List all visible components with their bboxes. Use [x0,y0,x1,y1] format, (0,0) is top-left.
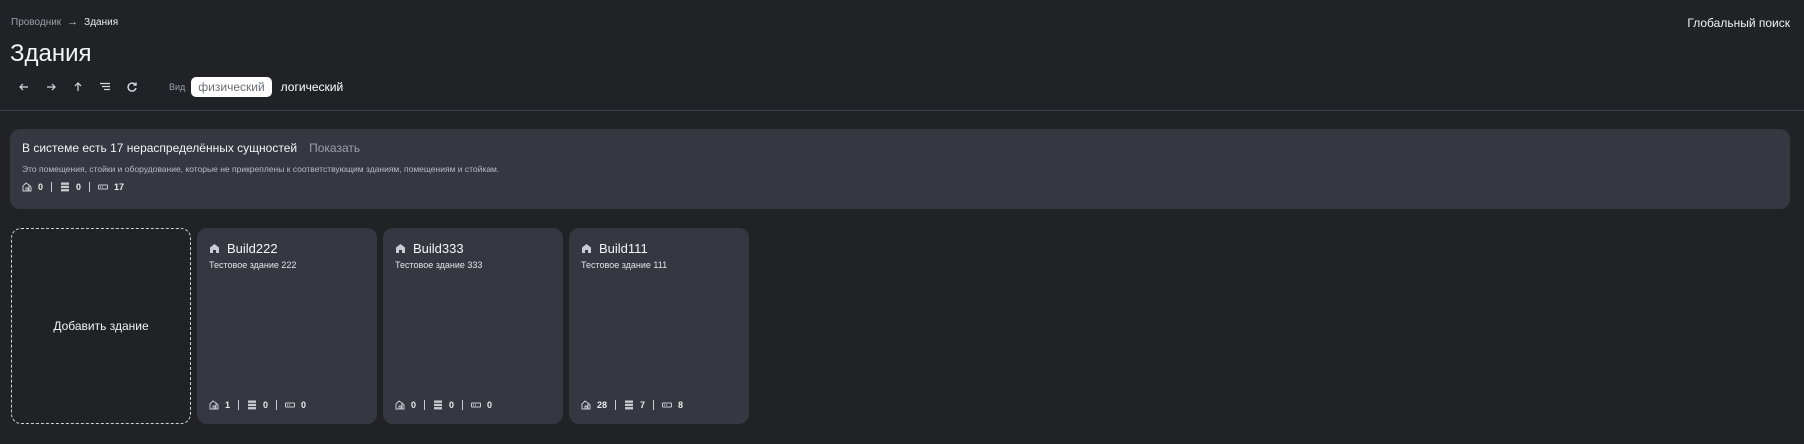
add-building-label: Добавить здание [53,319,149,333]
building-icon [582,244,591,253]
room-icon [581,400,591,410]
breadcrumb: Проводник → Здания [11,16,118,28]
breadcrumb-root[interactable]: Проводник [11,17,61,28]
rooms-count: 0 [411,400,417,410]
devices-count: 17 [114,182,125,192]
building-name-row: Build333 [395,241,464,256]
view-label: Вид [169,82,186,92]
building-icon [210,244,219,253]
rack-icon [248,400,257,410]
banner-show-button[interactable]: Показать [309,141,360,155]
racks-stat: 0 [247,400,268,410]
devices-count: 0 [487,400,493,410]
arrow-left-icon [18,83,28,91]
view-option-logical[interactable]: логический [274,77,350,97]
devices-stat: 8 [662,400,683,410]
building-description: Тестовое здание 111 [581,260,668,270]
toolbar: Вид физический логический [10,76,350,98]
rooms-stat: 28 [581,400,607,410]
building-card[interactable]: Build333 Тестовое здание 333 0 0 0 [383,228,563,424]
banner-stats: 0 0 17 [22,182,124,192]
racks-stat: 0 [433,400,454,410]
stats-divider [51,182,53,192]
banner-title-row: В системе есть 17 нераспределённых сущно… [22,141,360,155]
tree-view-icon [99,82,110,91]
rooms-stat: 0 [22,182,43,192]
breadcrumb-current: Здания [84,16,119,28]
device-icon [471,402,482,408]
banner-description: Это помещения, стойки и оборудование, ко… [22,164,500,174]
unassigned-entities-banner: В системе есть 17 нераспределённых сущно… [10,129,1790,209]
device-icon [285,402,296,408]
room-icon [22,182,32,192]
building-name: Build222 [227,241,278,256]
racks-count: 0 [76,182,82,192]
refresh-icon [126,82,137,92]
rooms-stat: 0 [395,400,416,410]
refresh-button[interactable] [118,76,145,98]
arrow-up-icon [74,82,81,91]
rack-icon [625,400,634,410]
room-icon [209,400,219,410]
racks-count: 0 [263,400,269,410]
building-description: Тестовое здание 333 [395,260,483,270]
device-icon [662,402,673,408]
building-name-row: Build111 [581,241,648,256]
building-card[interactable]: Build222 Тестовое здание 222 1 0 0 [197,228,377,424]
rack-icon [434,400,443,410]
up-button[interactable] [64,76,91,98]
devices-count: 0 [301,400,307,410]
stats-divider [276,400,278,410]
tree-view-button[interactable] [91,76,118,98]
rooms-count: 1 [225,400,231,410]
building-stats: 28 7 8 [581,400,683,410]
stats-divider [89,182,91,192]
building-stats: 0 0 0 [395,400,492,410]
rooms-count: 28 [597,400,608,410]
building-name: Build111 [599,241,648,256]
building-card[interactable]: Build111 Тестовое здание 111 28 7 8 [569,228,749,424]
breadcrumb-separator-icon: → [67,16,79,28]
room-icon [395,400,405,410]
stats-divider [653,400,655,410]
building-icon [396,244,405,253]
stats-divider [615,400,617,410]
device-icon [98,184,109,190]
view-option-physical[interactable]: физический [191,77,272,97]
add-building-button[interactable]: Добавить здание [11,228,191,424]
devices-stat: 17 [98,182,124,192]
devices-stat: 0 [471,400,492,410]
building-name-row: Build222 [209,241,278,256]
rooms-count: 0 [38,182,44,192]
arrow-right-icon [46,83,56,91]
rack-icon [61,182,70,192]
racks-stat: 7 [624,400,645,410]
global-search-link[interactable]: Глобальный поиск [1687,16,1790,30]
stats-divider [424,400,426,410]
devices-stat: 0 [285,400,306,410]
building-description: Тестовое здание 222 [209,260,297,270]
rooms-stat: 1 [209,400,230,410]
forward-button[interactable] [37,76,64,98]
banner-title: В системе есть 17 нераспределённых сущно… [22,141,298,155]
devices-count: 8 [678,400,684,410]
racks-stat: 0 [60,182,81,192]
page-title: Здания [10,40,92,67]
header-divider [0,110,1804,111]
stats-divider [238,400,240,410]
racks-count: 0 [449,400,455,410]
back-button[interactable] [10,76,37,98]
building-stats: 1 0 0 [209,400,306,410]
building-name: Build333 [413,241,464,256]
racks-count: 7 [640,400,646,410]
stats-divider [462,400,464,410]
